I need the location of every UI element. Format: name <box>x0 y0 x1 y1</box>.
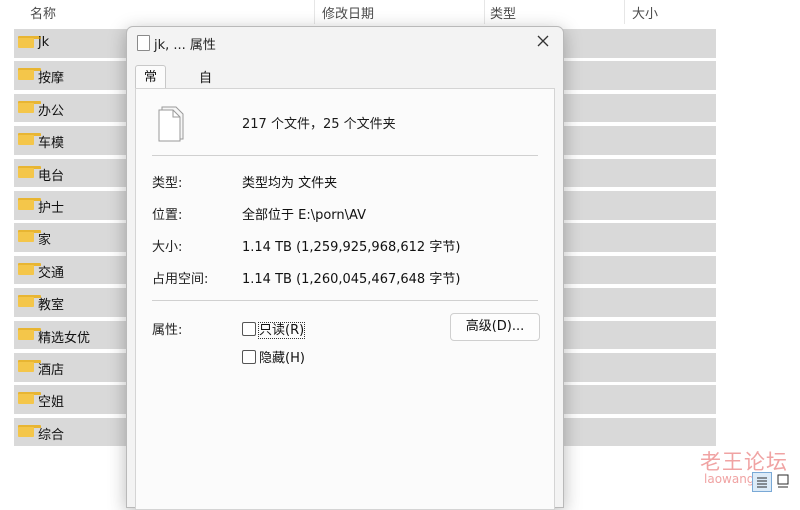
column-modified[interactable]: 修改日期 <box>322 3 374 22</box>
details-view-icon <box>757 477 767 488</box>
folder-icon <box>18 36 41 48</box>
tab-custom[interactable]: 自定义 <box>191 67 220 132</box>
checkbox-box[interactable] <box>242 350 256 364</box>
advanced-button[interactable]: 高级(D)... <box>450 313 540 341</box>
folder-icon <box>18 327 41 340</box>
folder-name: 交通 <box>38 265 65 281</box>
folder-name: 酒店 <box>38 362 65 378</box>
folder-icon <box>18 359 41 372</box>
folder-icon <box>18 392 41 405</box>
folder-name: 办公 <box>38 103 65 119</box>
folder-icon <box>18 100 41 113</box>
document-icon <box>137 35 150 51</box>
properties-dialog: jk, ... 属性 常规 自定义 217 个文件，25 个文件夹 类型: 类型… <box>126 26 564 510</box>
summary-text: 217 个文件，25 个文件夹 <box>242 117 396 132</box>
column-divider[interactable] <box>484 0 485 24</box>
folder-icon <box>18 133 41 146</box>
dialog-title: jk, ... 属性 <box>154 38 216 53</box>
close-icon <box>537 35 549 47</box>
readonly-label: 只读(R) <box>257 322 306 339</box>
folder-name: 护士 <box>38 200 65 216</box>
details-view-button[interactable] <box>752 472 772 492</box>
type-label: 类型: <box>152 176 183 191</box>
folder-icon <box>18 197 41 210</box>
folder-icon <box>18 68 41 81</box>
folder-icon <box>18 262 41 275</box>
tiles-view-icon <box>777 474 789 488</box>
attributes-label: 属性: <box>152 323 183 338</box>
size-on-disk-label: 占用空间: <box>152 272 209 287</box>
folder-name: 电台 <box>38 168 65 184</box>
column-divider[interactable] <box>314 0 315 24</box>
folder-icon <box>18 295 41 308</box>
folder-name: 综合 <box>38 427 65 443</box>
size-label: 大小: <box>152 240 183 255</box>
type-value: 类型均为 文件夹 <box>242 176 338 191</box>
column-size[interactable]: 大小 <box>632 3 658 22</box>
folder-name: 精选女优 <box>38 330 91 346</box>
size-on-disk-value: 1.14 TB (1,260,045,467,648 字节) <box>242 272 461 287</box>
size-value: 1.14 TB (1,259,925,968,612 字节) <box>242 240 461 255</box>
close-button[interactable] <box>531 30 555 54</box>
tab-general[interactable]: 常规 <box>135 65 167 108</box>
folder-icon <box>18 424 41 437</box>
folder-name: jk <box>38 35 50 50</box>
column-divider[interactable] <box>624 0 625 24</box>
folder-icon <box>18 165 41 178</box>
column-type[interactable]: 类型 <box>490 3 516 22</box>
hidden-label: 隐藏(H) <box>259 351 305 366</box>
folder-name: 按摩 <box>38 71 65 87</box>
column-header: 名称 修改日期 类型 大小 <box>0 0 720 24</box>
location-label: 位置: <box>152 208 183 223</box>
dialog-titlebar[interactable]: jk, ... 属性 <box>127 27 563 59</box>
tiles-view-button[interactable] <box>774 472 792 490</box>
hidden-checkbox[interactable]: 隐藏(H) <box>242 347 305 366</box>
folder-name: 车模 <box>38 136 65 152</box>
multiple-files-icon <box>158 106 184 142</box>
column-name[interactable]: 名称 <box>30 3 56 22</box>
general-panel: 217 个文件，25 个文件夹 类型: 类型均为 文件夹 位置: 全部位于 E:… <box>135 88 555 510</box>
checkbox-box[interactable] <box>242 322 256 336</box>
readonly-checkbox[interactable]: 只读(R) <box>242 319 306 339</box>
divider <box>152 155 538 156</box>
divider <box>152 300 538 301</box>
location-value: 全部位于 E:\porn\AV <box>242 208 367 223</box>
folder-name: 空姐 <box>38 395 65 411</box>
watermark-subtext: laowang <box>704 472 755 486</box>
folder-icon <box>18 230 41 243</box>
folder-name: 家 <box>38 233 52 249</box>
folder-name: 教室 <box>38 298 65 314</box>
